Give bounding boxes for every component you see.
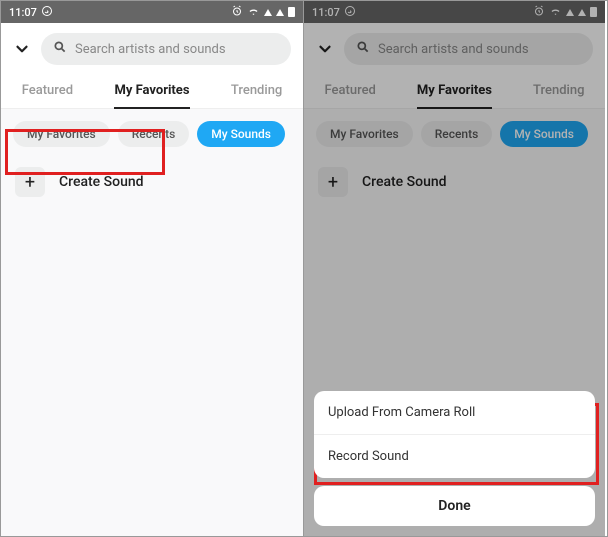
search-icon bbox=[356, 40, 370, 58]
tab-featured[interactable]: Featured bbox=[22, 73, 73, 108]
search-input[interactable]: Search artists and sounds bbox=[344, 33, 593, 65]
chip-my-favorites[interactable]: My Favorites bbox=[13, 121, 110, 147]
wifi-icon bbox=[549, 5, 562, 20]
plus-icon: + bbox=[15, 167, 45, 197]
status-bar: 11:07 bbox=[1, 1, 303, 23]
phone-left: 11:07 Search artists and sounds bbox=[1, 1, 303, 536]
filter-chips: My Favorites Recents My Sounds bbox=[304, 109, 605, 159]
whatsapp-icon bbox=[344, 5, 356, 20]
wifi-icon bbox=[247, 5, 260, 20]
chip-recents[interactable]: Recents bbox=[118, 121, 190, 147]
whatsapp-icon bbox=[41, 5, 53, 20]
done-button[interactable]: Done bbox=[314, 486, 595, 526]
battery-icon bbox=[590, 7, 597, 17]
record-sound[interactable]: Record Sound bbox=[314, 434, 595, 478]
chip-my-favorites[interactable]: My Favorites bbox=[316, 121, 413, 147]
upload-from-camera-roll[interactable]: Upload From Camera Roll bbox=[314, 391, 595, 434]
plus-icon: + bbox=[318, 167, 348, 197]
tabs: Featured My Favorites Trending bbox=[1, 73, 303, 109]
signal-icon-1 bbox=[264, 9, 272, 16]
phone-right: 11:07 Search artists and sounds bbox=[303, 1, 605, 536]
tabs: Featured My Favorites Trending bbox=[304, 73, 605, 109]
filter-chips: My Favorites Recents My Sounds bbox=[1, 109, 303, 159]
search-placeholder: Search artists and sounds bbox=[378, 42, 529, 57]
status-time: 11:07 bbox=[9, 6, 37, 19]
tab-my-favorites[interactable]: My Favorites bbox=[417, 73, 492, 108]
tab-featured[interactable]: Featured bbox=[325, 73, 376, 108]
battery-icon bbox=[288, 7, 295, 17]
collapse-chevron[interactable] bbox=[316, 40, 334, 58]
action-sheet: Upload From Camera Roll Record Sound Don… bbox=[314, 391, 595, 526]
signal-icon-2 bbox=[276, 9, 284, 16]
search-placeholder: Search artists and sounds bbox=[75, 42, 226, 57]
create-sound-label: Create Sound bbox=[59, 174, 144, 190]
create-sound-row[interactable]: + Create Sound bbox=[1, 159, 303, 205]
chip-my-sounds[interactable]: My Sounds bbox=[500, 121, 588, 147]
status-bar: 11:07 bbox=[304, 1, 605, 23]
signal-icon-2 bbox=[578, 9, 586, 16]
tab-trending[interactable]: Trending bbox=[533, 73, 584, 108]
alarm-icon bbox=[231, 5, 243, 20]
search-row: Search artists and sounds bbox=[304, 23, 605, 73]
alarm-icon bbox=[533, 5, 545, 20]
search-input[interactable]: Search artists and sounds bbox=[41, 33, 291, 65]
search-icon bbox=[53, 40, 67, 58]
action-sheet-options: Upload From Camera Roll Record Sound bbox=[314, 391, 595, 478]
signal-icon-1 bbox=[566, 9, 574, 16]
status-time: 11:07 bbox=[312, 6, 340, 19]
create-sound-row[interactable]: + Create Sound bbox=[304, 159, 605, 205]
tab-my-favorites[interactable]: My Favorites bbox=[114, 73, 189, 108]
create-sound-label: Create Sound bbox=[362, 174, 447, 190]
collapse-chevron[interactable] bbox=[13, 40, 31, 58]
tab-trending[interactable]: Trending bbox=[231, 73, 282, 108]
search-row: Search artists and sounds bbox=[1, 23, 303, 73]
chip-my-sounds[interactable]: My Sounds bbox=[197, 121, 285, 147]
chip-recents[interactable]: Recents bbox=[421, 121, 493, 147]
